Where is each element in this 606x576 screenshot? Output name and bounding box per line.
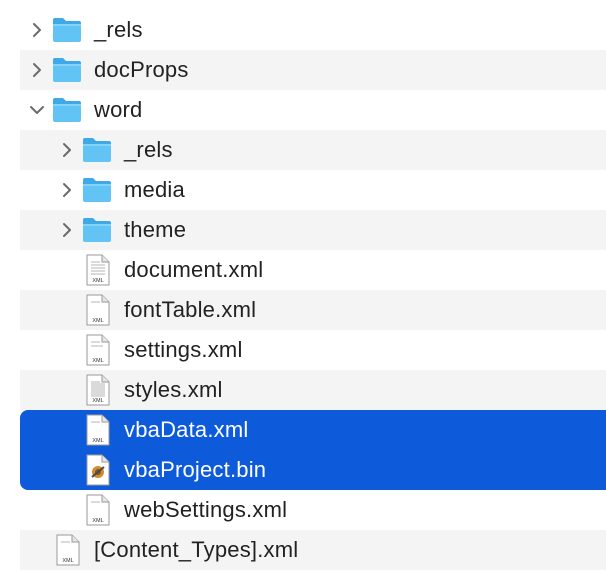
file-badge: XML [92, 318, 103, 324]
xml-file-icon: XML [56, 530, 80, 570]
xml-file-icon: XML [86, 250, 110, 290]
xml-file-icon: XML [86, 490, 110, 530]
chevron-right-icon[interactable] [58, 170, 76, 210]
tree-row-label: media [124, 177, 185, 202]
folder-icon [82, 130, 112, 170]
tree-row-content-types-xml[interactable]: XML [Content_Types].xml [20, 530, 606, 570]
xml-file-icon: XML [86, 330, 110, 370]
tree-row-document-xml[interactable]: XML document.xml [20, 250, 606, 290]
file-tree: _rels docProps word _rels media theme XM… [0, 0, 606, 576]
tree-row-label: _rels [124, 137, 173, 162]
file-badge: XML [92, 518, 103, 524]
file-badge: XML [92, 438, 103, 444]
file-badge: XML [62, 558, 73, 564]
chevron-right-icon[interactable] [28, 10, 46, 50]
tree-row-label: _rels [94, 17, 143, 42]
tree-row-vbaproject-bin[interactable]: vbaProject.bin [20, 450, 606, 490]
folder-icon [52, 50, 82, 90]
folder-icon [52, 90, 82, 130]
chevron-right-icon[interactable] [58, 210, 76, 250]
tree-row-label: theme [124, 217, 187, 242]
folder-icon [52, 10, 82, 50]
tree-row-label: [Content_Types].xml [94, 537, 299, 562]
file-badge: XML [92, 398, 103, 404]
tree-row-label: docProps [94, 57, 189, 82]
file-badge: XML [92, 278, 103, 284]
tree-row-label: vbaData.xml [124, 417, 249, 442]
xml-file-icon: XML [86, 410, 110, 450]
tree-row-websettings-xml[interactable]: XML webSettings.xml [20, 490, 606, 530]
chevron-right-icon[interactable] [28, 50, 46, 90]
tree-row-word[interactable]: word [20, 90, 606, 130]
tree-row-media[interactable]: media [20, 170, 606, 210]
tree-row-docprops[interactable]: docProps [20, 50, 606, 90]
tree-row-label: fontTable.xml [124, 297, 257, 322]
folder-icon [82, 210, 112, 250]
tree-row-label: webSettings.xml [124, 497, 288, 522]
xml-file-icon: XML [86, 370, 110, 410]
chevron-right-icon[interactable] [58, 130, 76, 170]
file-badge: XML [92, 358, 103, 364]
folder-icon [82, 170, 112, 210]
tree-row-theme[interactable]: theme [20, 210, 606, 250]
chevron-down-icon[interactable] [28, 90, 46, 130]
tree-row-label: vbaProject.bin [124, 457, 267, 482]
tree-row-label: document.xml [124, 257, 264, 282]
tree-row-label: word [94, 97, 143, 122]
tree-row-label: styles.xml [124, 377, 223, 402]
xml-file-icon: XML [86, 290, 110, 330]
tree-row-styles-xml[interactable]: XML styles.xml [20, 370, 606, 410]
tree-row-label: settings.xml [124, 337, 243, 362]
tree-row-word-rels[interactable]: _rels [20, 130, 606, 170]
tree-row-fonttable-xml[interactable]: XML fontTable.xml [20, 290, 606, 330]
tree-row-rels-root[interactable]: _rels [20, 10, 606, 50]
tree-row-vbadata-xml[interactable]: XML vbaData.xml [20, 410, 606, 450]
binary-file-icon [86, 450, 110, 490]
tree-row-settings-xml[interactable]: XML settings.xml [20, 330, 606, 370]
